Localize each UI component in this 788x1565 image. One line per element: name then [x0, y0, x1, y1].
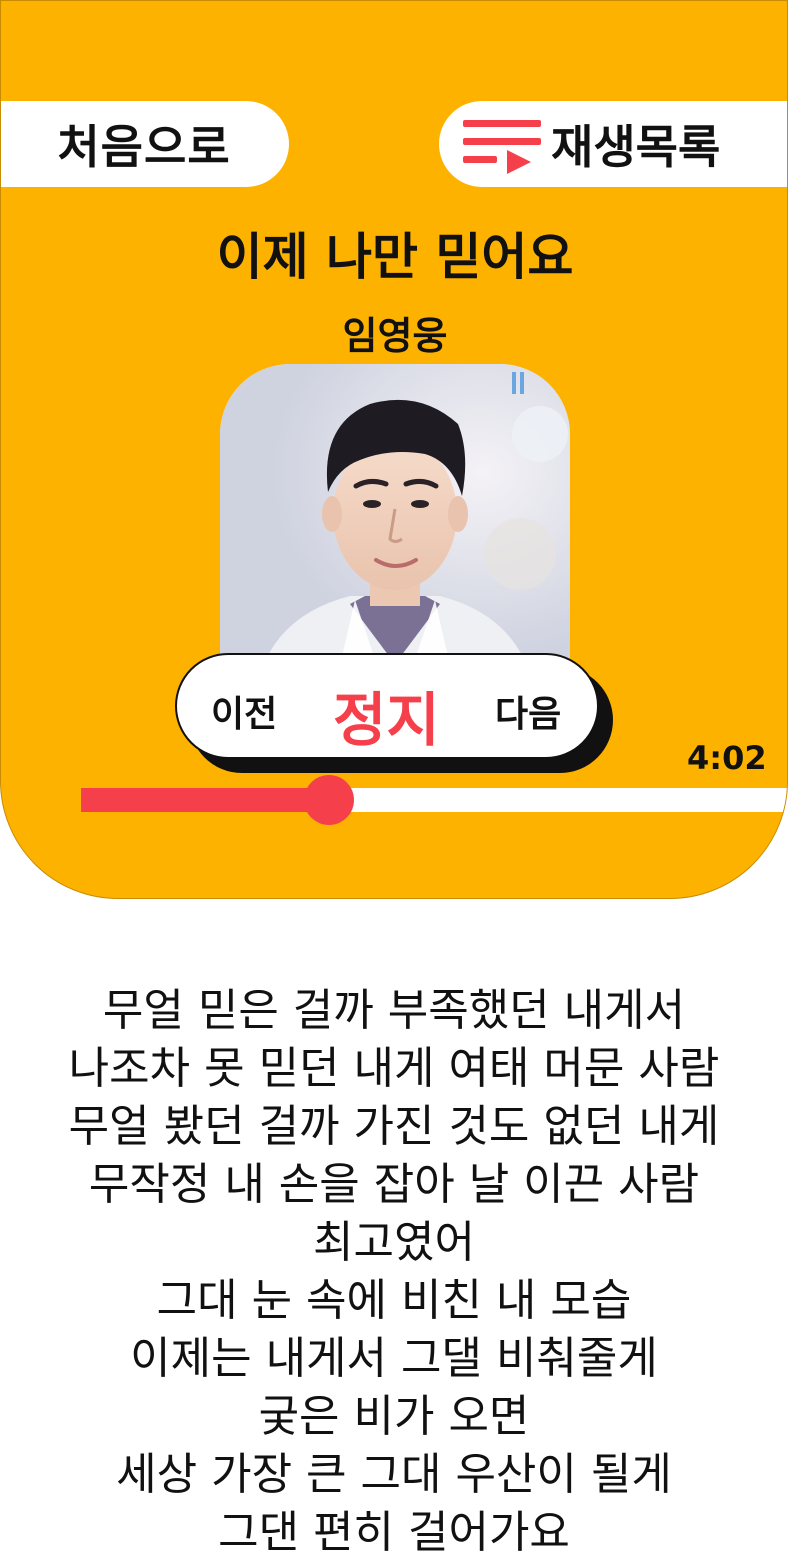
duration-label: 4:02 — [687, 739, 767, 777]
player-panel: 처음으로 재생목록 이제 나만 믿어요 임영웅 이전 정지 다음 4:02 — [0, 0, 788, 899]
lyric-line: 무얼 봤던 걸까 가진 것도 없던 내게 — [68, 1101, 720, 1152]
lyric-line: 무작정 내 손을 잡아 날 이끈 사람 — [88, 1159, 700, 1210]
artist-name: 임영웅 — [342, 314, 448, 358]
playlist-button-label: 재생목록 — [551, 120, 721, 174]
lyric-line: 세상 가장 큰 그대 우산이 될게 — [116, 1449, 672, 1500]
stop-button[interactable]: 정지 — [333, 673, 440, 757]
previous-button[interactable]: 이전 — [211, 685, 277, 737]
next-button[interactable]: 다음 — [495, 685, 561, 737]
song-title: 이제 나만 믿어요 — [216, 228, 574, 286]
playback-controls: 이전 정지 다음 — [175, 653, 599, 759]
lyric-line: 나조차 못 믿던 내게 여태 머문 사람 — [68, 1043, 720, 1094]
progress-bar[interactable] — [81, 775, 787, 825]
lyric-line: 이제는 내게서 그댈 비춰줄게 — [130, 1333, 658, 1384]
lyric-line: 그댄 편히 걸어가요 — [218, 1507, 570, 1558]
lyric-line: 궂은 비가 오면 — [258, 1391, 530, 1442]
music-player-page: 처음으로 재생목록 이제 나만 믿어요 임영웅 이전 정지 다음 4:02 무얼… — [0, 0, 788, 1565]
home-button[interactable]: 처음으로 — [1, 101, 289, 187]
home-button-label: 처음으로 — [57, 120, 231, 174]
playlist-play-icon — [463, 120, 541, 174]
playlist-button[interactable]: 재생목록 — [439, 101, 787, 187]
lyric-line: 무얼 믿은 걸까 부족했던 내게서 — [102, 985, 686, 1036]
lyric-line: 그대 눈 속에 비친 내 모습 — [156, 1275, 632, 1326]
progress-handle[interactable] — [304, 775, 354, 825]
album-art — [220, 364, 570, 674]
lyrics-panel: 무얼 믿은 걸까 부족했던 내게서나조차 못 믿던 내게 여태 머문 사람무얼 … — [0, 982, 788, 1565]
progress-fill — [81, 788, 329, 812]
lyric-line: 최고였어 — [313, 1217, 475, 1268]
artist-photo — [220, 364, 570, 674]
